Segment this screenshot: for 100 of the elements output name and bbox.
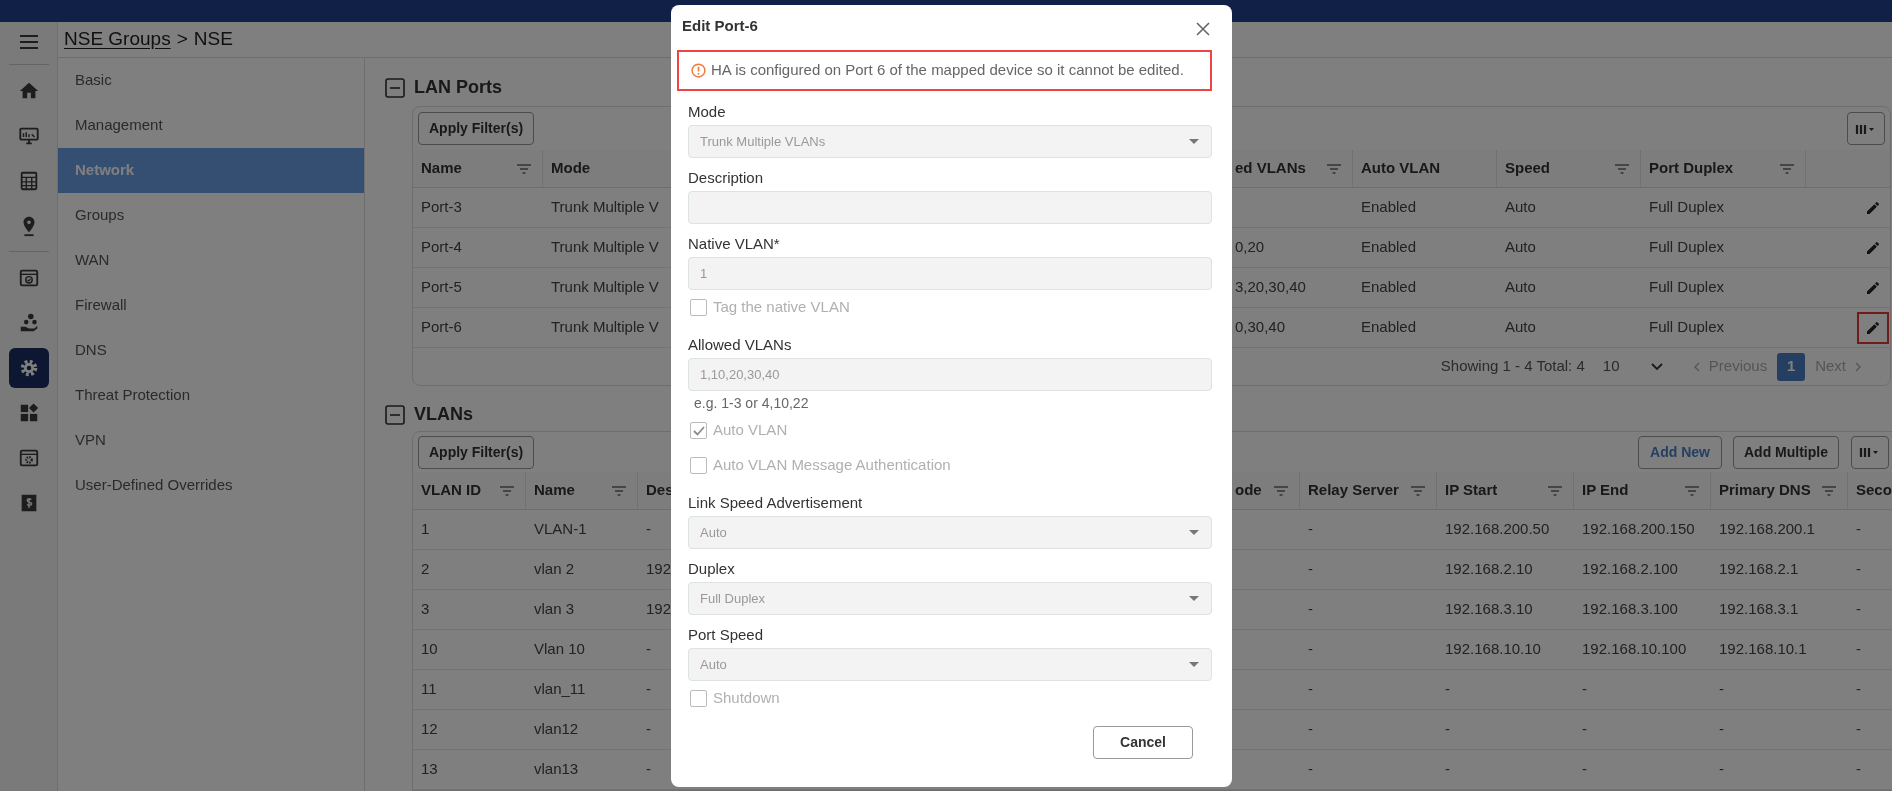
collapse-icon[interactable] [385, 404, 405, 425]
column-header: Name [421, 158, 462, 179]
select-field: Auto [688, 648, 1212, 681]
table-cell-text: - [646, 719, 651, 740]
collapse-icon[interactable] [385, 77, 405, 98]
caret-icon [1189, 661, 1199, 668]
table-cell-text: Port-5 [421, 277, 462, 298]
table-cell-text: - [1445, 679, 1450, 700]
filter-icon[interactable] [1326, 162, 1342, 175]
column-header: ode [1235, 480, 1262, 501]
page-size-select[interactable]: 10 [1602, 355, 1663, 378]
table-cell-text: 192. [646, 599, 676, 620]
monitor-chart-icon [17, 125, 40, 147]
nav-item[interactable]: VPN [58, 418, 364, 463]
edit-button[interactable] [1857, 311, 1889, 344]
nav-item[interactable]: Basic [58, 58, 364, 103]
header-cell[interactable]: ode [1233, 472, 1300, 509]
table-cell-text: 192.168.10.1 [1719, 639, 1807, 660]
nav-item[interactable]: WAN [58, 238, 364, 283]
field-label: Duplex [688, 559, 736, 579]
breadcrumb-separator: > [176, 27, 188, 52]
table-cell-text: - [1582, 679, 1587, 700]
rail-button[interactable] [8, 348, 49, 388]
table-cell-text: - [1308, 679, 1313, 700]
filter-icon[interactable] [516, 162, 532, 175]
table-cell-text: 192.168.2.1 [1719, 559, 1799, 580]
table-cell-text: 192.168.3.10 [1445, 599, 1533, 620]
table-cell-text: - [1856, 519, 1861, 540]
select-field: Auto [688, 516, 1212, 549]
add-new-button[interactable]: Add New [1638, 435, 1722, 469]
table-cell-text: - [1308, 599, 1313, 620]
filter-icon[interactable] [1821, 484, 1837, 497]
checkbox-label: Auto VLAN [713, 420, 788, 441]
page-button[interactable]: 1 [1777, 352, 1806, 381]
input-field: 1,10,20,30,40 [688, 358, 1212, 391]
table-cell-text: 11 [421, 679, 437, 700]
breadcrumb-link[interactable]: NSE Groups [64, 25, 171, 54]
pencil-icon [1865, 319, 1881, 336]
apply-filter-button[interactable]: Apply Filter(s) [418, 112, 535, 145]
nav-item[interactable]: User-Defined Overrides [58, 463, 364, 508]
field-label: Link Speed Advertisement [688, 493, 864, 513]
pagination-summary: Showing 1 - 4 Total: 4 [1440, 356, 1585, 377]
table-cell-text: 192.168.200.150 [1582, 519, 1695, 540]
table-cell-text: 3,20,30,40 [1235, 277, 1306, 298]
filter-icon[interactable] [1410, 484, 1426, 497]
caret-icon [1189, 138, 1199, 145]
nav-item[interactable]: Threat Protection [58, 373, 364, 418]
cancel-button[interactable]: Cancel [1093, 726, 1193, 759]
nav-item[interactable]: Firewall [58, 283, 364, 328]
column-settings-button[interactable] [1847, 112, 1885, 145]
table-cell-text: - [1719, 679, 1724, 700]
filter-icon[interactable] [1684, 484, 1700, 497]
field-label: Allowed VLANs [688, 335, 793, 355]
column-header: Relay Server [1308, 480, 1399, 501]
chevron-right-icon [1854, 361, 1862, 372]
table-cell-text: Full Duplex [1649, 237, 1725, 258]
filter-icon[interactable] [1273, 484, 1289, 497]
filter-icon[interactable] [1614, 162, 1630, 175]
table-cell-text: Enabled [1361, 237, 1417, 258]
section-title: VLANs [414, 403, 473, 426]
table-cell-text: Enabled [1361, 317, 1417, 338]
filter-icon[interactable] [499, 484, 515, 497]
chevron-down-icon [1650, 362, 1663, 371]
table-cell-text: 10 [421, 639, 438, 660]
table-cell-text: - [1445, 759, 1450, 780]
table-cell-text: - [1856, 559, 1861, 580]
column-header: Name [534, 480, 575, 501]
add-multiple-button[interactable]: Add Multiple [1733, 435, 1839, 469]
table-cell-text: 13 [421, 759, 438, 780]
nav-item[interactable]: Groups [58, 193, 364, 238]
table-cell-text: - [1582, 759, 1587, 780]
column-settings-button[interactable] [1851, 435, 1889, 469]
table-cell-text: 192. [646, 559, 676, 580]
filter-icon[interactable] [1779, 162, 1795, 175]
table-cell-text: Enabled [1361, 277, 1417, 298]
table-cell-text: Trunk Multiple V [551, 317, 659, 338]
chevron-left-icon [1692, 361, 1701, 372]
table-cell-text: vlan13 [534, 759, 579, 780]
pencil-icon [1865, 279, 1881, 296]
filter-icon[interactable] [1547, 484, 1563, 497]
column-header: Port Duplex [1649, 158, 1734, 179]
table-cell-text: - [1856, 759, 1861, 780]
column-header: IP End [1582, 480, 1629, 501]
warning-icon [691, 63, 706, 78]
header-cell[interactable]: ed VLANs [1233, 150, 1353, 187]
field-label: Native VLAN* [688, 234, 781, 254]
table-cell-text: vlan12 [534, 719, 579, 740]
filter-icon[interactable] [611, 484, 627, 497]
nav-item[interactable]: DNS [58, 328, 364, 373]
table-cell-text: Auto [1505, 237, 1536, 258]
column-header: Speed [1505, 158, 1550, 179]
table-cell-text: 192.168.3.1 [1719, 599, 1799, 620]
table-cell-text: VLAN-1 [534, 519, 587, 540]
nav-item[interactable]: Management [58, 103, 364, 148]
table-cell-text: Auto [1505, 277, 1536, 298]
table-cell-text: Trunk Multiple V [551, 277, 659, 298]
caret-icon [1189, 595, 1199, 602]
table-cell-text: 192.168.200.50 [1445, 519, 1550, 540]
apply-filter-button[interactable]: Apply Filter(s) [418, 435, 535, 469]
column-header: IP Start [1445, 480, 1498, 501]
